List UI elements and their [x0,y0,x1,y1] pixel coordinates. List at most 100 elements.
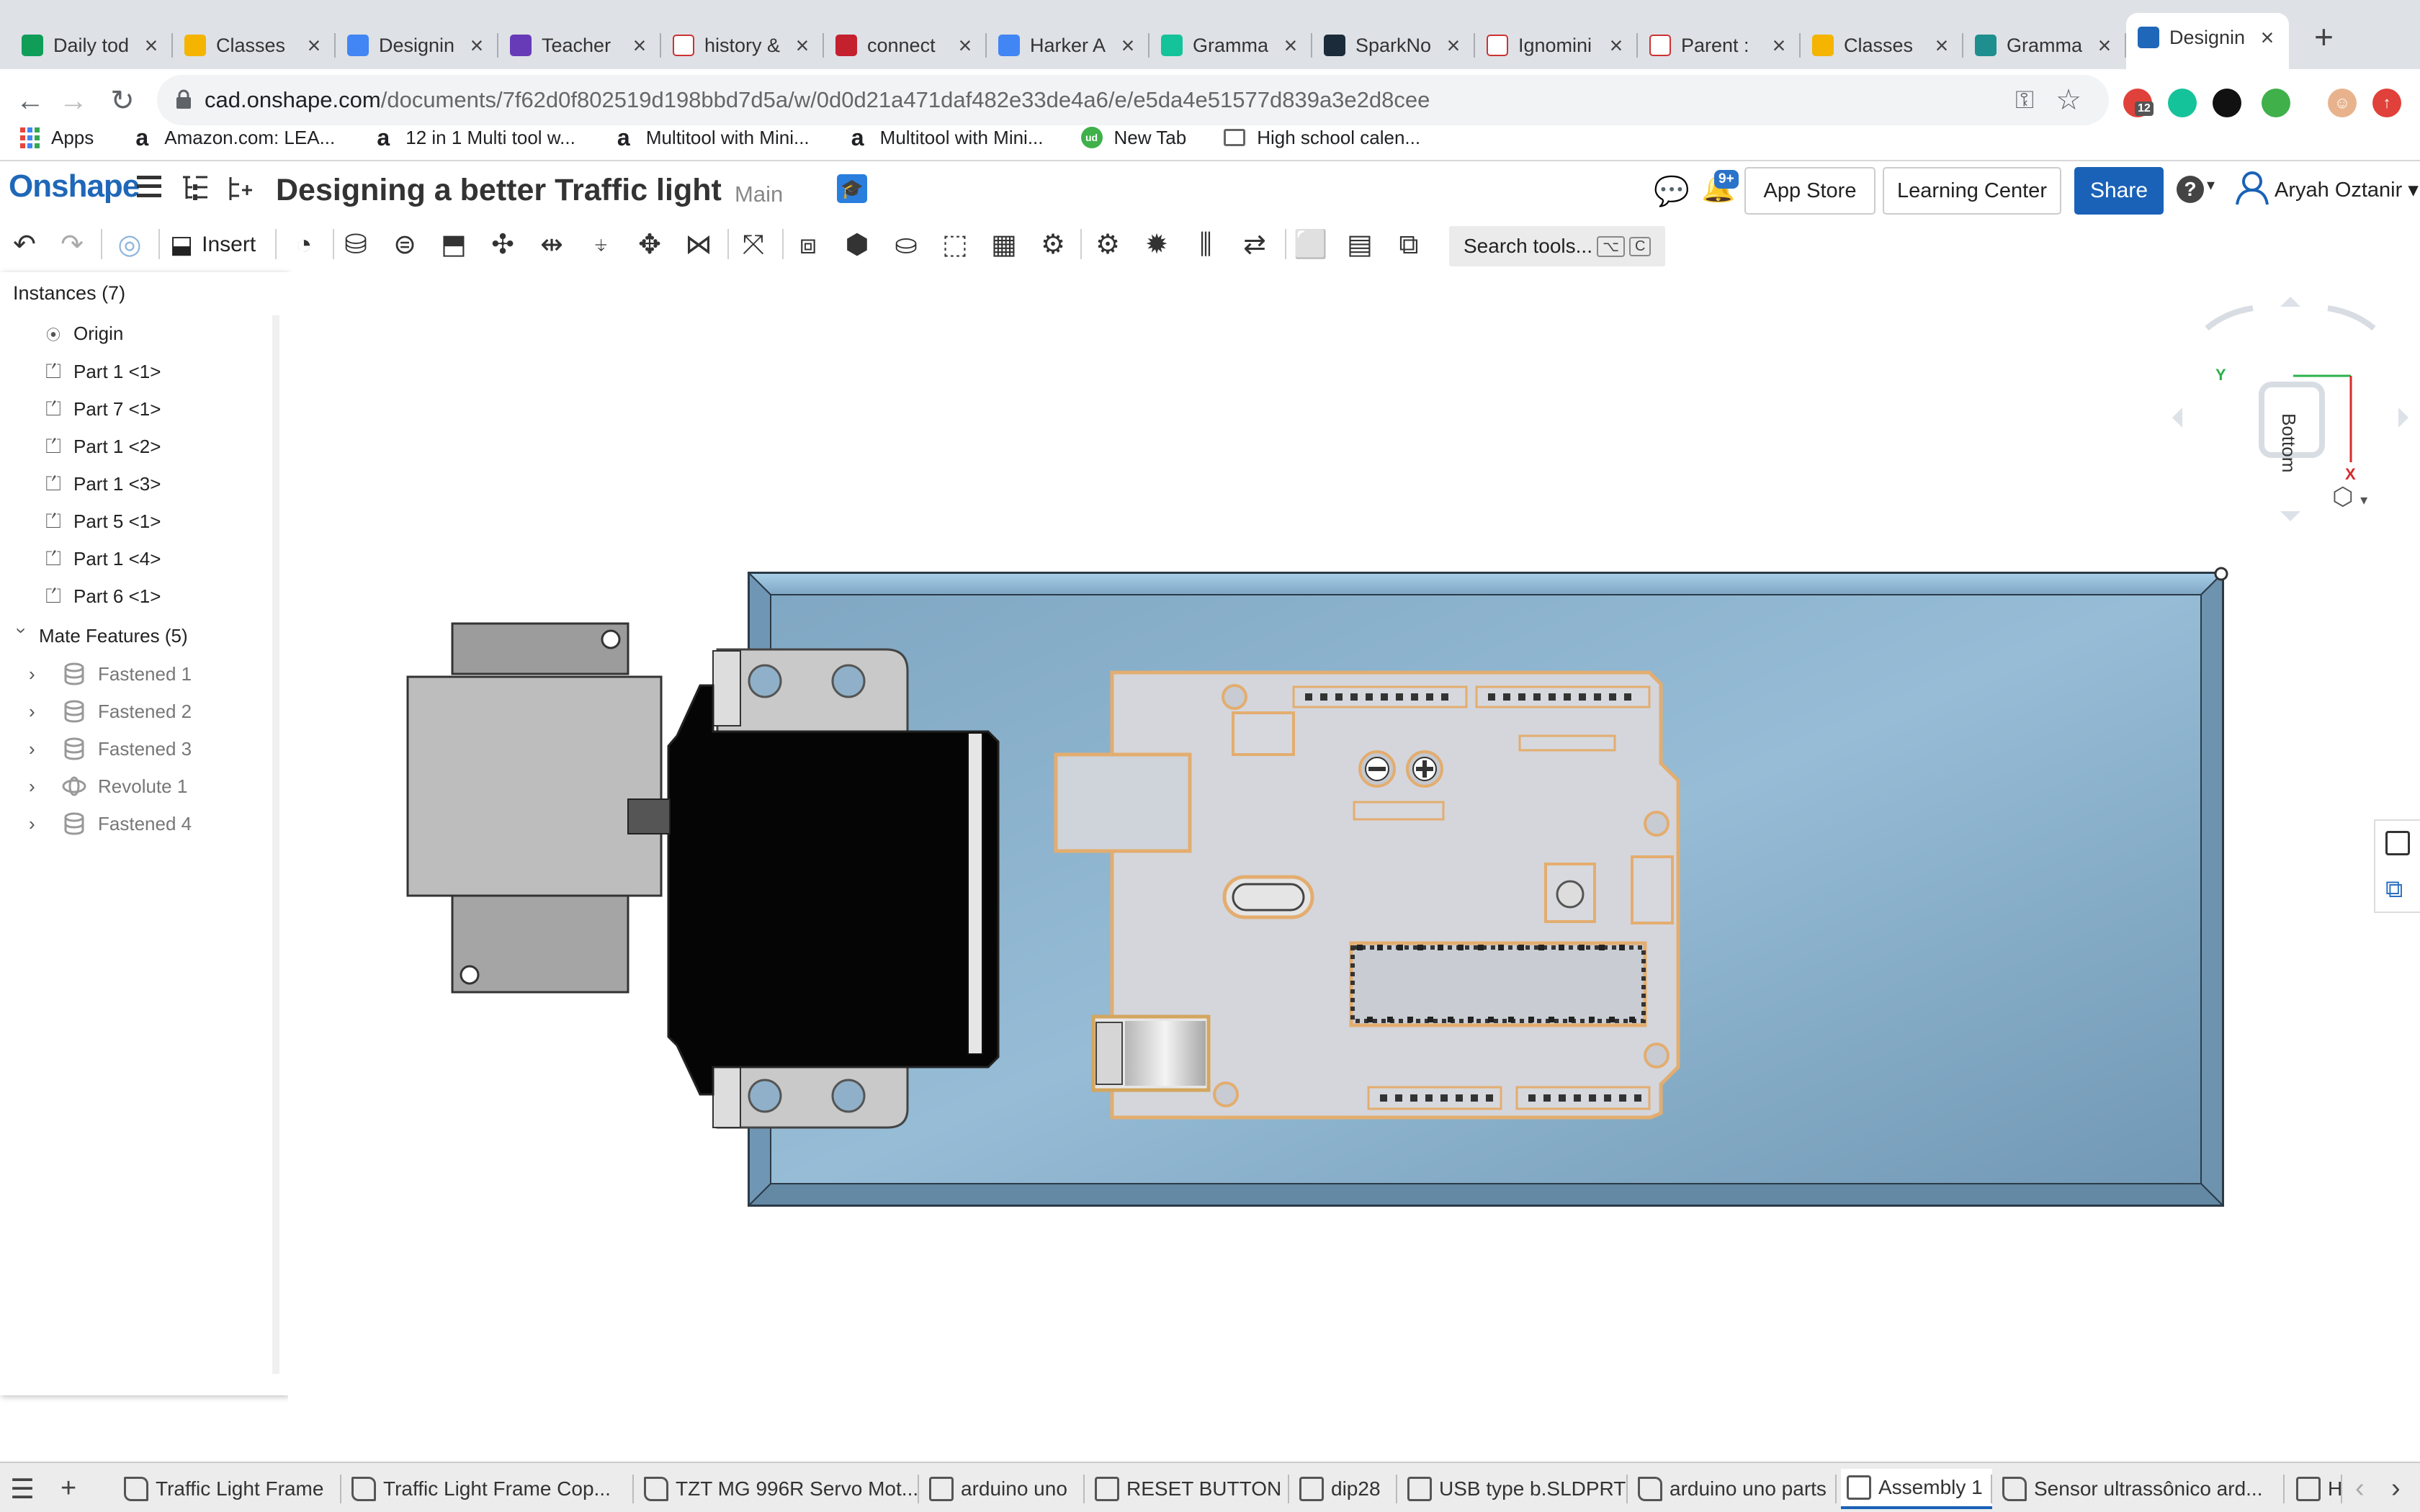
linear-relation-icon[interactable]: ⫼ [1188,228,1223,262]
mate-item[interactable]: › Fastened 2 [29,700,192,723]
document-tab[interactable]: USB type b.SLDPRT [1402,1469,1628,1509]
explode-icon[interactable]: ⬚ [938,228,972,262]
servo-mount-grey[interactable] [406,622,663,994]
instance-item[interactable]: ⏍ Part 7 <1> [40,397,161,421]
education-icon[interactable]: 🎓 [837,174,867,203]
scroll-left-icon[interactable]: ‹ [2355,1473,2365,1504]
browser-tab[interactable]: SparkNo × [1312,23,1475,68]
document-tab[interactable]: Traffic Light Frame Cop... [346,1469,634,1509]
undo-icon[interactable]: ↶ [7,228,42,262]
bookmark-item[interactable]: a 12 in 1 Multi tool w... [372,125,575,150]
pattern-icon[interactable]: ▦ [987,228,1021,262]
browser-tab[interactable]: connect × [824,23,987,68]
close-tab-icon[interactable]: × [1932,32,1952,59]
mate-item[interactable]: › Revolute 1 [29,775,187,798]
cylindrical-mate-icon[interactable]: ⇹ [534,228,569,262]
parallel-mate-icon[interactable]: ⋈ [681,228,716,262]
replace-icon[interactable]: ⇄ [1237,228,1272,262]
ext-red-badge-icon[interactable]: 12 [2123,89,2154,117]
close-tab-icon[interactable]: × [2094,32,2115,59]
assembly-model[interactable] [288,272,2420,1453]
tab-manager-icon[interactable]: ☰ [10,1473,35,1506]
close-tab-icon[interactable]: × [467,32,487,59]
close-tab-icon[interactable]: × [1281,32,1301,59]
share-button[interactable]: Share [2074,167,2164,215]
revolute-mate-icon[interactable]: ⊜ [387,228,422,262]
chevron-right-icon[interactable]: › [29,775,46,798]
regenerate-icon[interactable]: ◎ [112,228,147,262]
close-tab-icon[interactable]: × [955,32,975,59]
close-tab-icon[interactable]: × [141,32,161,59]
browser-tab[interactable]: Classes × [173,23,336,68]
close-tab-icon[interactable]: × [2257,24,2277,51]
gear-relation-icon[interactable]: ⚙ [1036,228,1070,262]
view-cube[interactable]: Bottom Y X [2161,291,2420,543]
learning-center-button[interactable]: Learning Center [1883,167,2061,215]
replicate-icon[interactable]: ◔ [287,228,321,262]
browser-tab[interactable]: Classes × [1801,23,1963,68]
document-tab[interactable]: TZT MG 996R Servo Mot... [638,1469,919,1509]
onshape-logo[interactable]: Onshape [9,168,140,204]
update-menu-icon[interactable]: ↑ [2372,89,2401,117]
ud-ext-icon[interactable] [2262,89,2290,117]
close-tab-icon[interactable]: × [304,32,324,59]
panel-scrollbar[interactable] [272,315,279,1374]
measure-icon[interactable]: ▤ [1343,228,1377,262]
graphics-viewport[interactable]: Bottom Y X ⬡ ▾ [288,272,2420,1453]
mate-panel-icon[interactable]: ⧉ [2385,876,2403,904]
redo-icon[interactable]: ↷ [55,228,89,262]
tangent-mate-icon[interactable]: ⤧ [736,228,771,262]
user-avatar-icon[interactable] [2236,170,2269,206]
chevron-right-icon[interactable]: › [29,701,46,723]
k-ext-icon[interactable] [2213,89,2241,117]
profile-avatar-icon[interactable]: ☺ [2328,89,2357,117]
mate-item[interactable]: › Fastened 1 [29,662,192,685]
document-tab[interactable]: arduino uno [923,1469,1085,1509]
document-tab[interactable]: Traffic Light Frame [118,1469,341,1509]
arduino-board[interactable] [1054,670,1680,1120]
planar-mate-icon[interactable]: ✣ [485,228,520,262]
chevron-down-icon[interactable]: ▾ [2207,176,2215,194]
close-tab-icon[interactable]: × [792,32,812,59]
browser-tab[interactable]: Harker A × [987,23,1150,68]
browser-tab[interactable]: Ignomini × [1475,23,1638,68]
mate-features-header[interactable]: › Mate Features (5) [12,625,188,647]
comments-icon[interactable]: 💬 [1654,174,1690,208]
chevron-right-icon[interactable]: › [29,813,46,835]
close-tab-icon[interactable]: × [1769,32,1789,59]
browser-tab[interactable]: Teacher × [498,23,661,68]
close-tab-icon[interactable]: × [1118,32,1138,59]
document-tab[interactable]: Assembly 1 [1841,1469,1992,1509]
mate-item[interactable]: › Fastened 3 [29,737,192,760]
document-tab[interactable]: H [2290,1469,2342,1509]
ball-mate-icon[interactable]: ✥ [632,228,667,262]
app-store-button[interactable]: App Store [1744,167,1876,215]
bookmark-item[interactable]: a Multitool with Mini... [847,125,1044,150]
instance-item[interactable]: ⏍ Part 1 <4> [40,547,161,571]
instance-item[interactable]: ⏍ Part 6 <1> [40,585,161,608]
screw-relation-icon[interactable]: ✹ [1139,228,1174,262]
chevron-right-icon[interactable]: › [29,738,46,760]
branch-label[interactable]: Main [735,181,783,207]
insert-button[interactable]: ⬓ Insert [170,228,256,262]
hamburger-menu-icon[interactable] [137,176,161,197]
close-tab-icon[interactable]: × [1443,32,1464,59]
properties-icon[interactable]: ⧉ [1392,228,1426,262]
grammarly-ext-icon[interactable] [2168,89,2197,117]
document-title[interactable]: Designing a better Traffic light [276,173,722,208]
instance-item[interactable]: ⏍ Part 1 <1> [40,360,161,384]
user-name-menu[interactable]: Aryah Oztanir ▾ [2275,177,2419,202]
bookmark-item[interactable]: a Multitool with Mini... [613,125,810,150]
browser-tab[interactable]: Gramma × [1963,23,2126,68]
fastened-mate-icon[interactable]: ⛁ [339,228,373,262]
mate-group-icon[interactable]: ⛀ [889,228,923,262]
bookmark-item[interactable]: Apps [20,127,94,149]
instance-item[interactable]: ⏍ Part 1 <2> [40,435,161,459]
instance-item[interactable]: ⏍ Part 5 <1> [40,510,161,534]
bookmark-item[interactable]: a Amazon.com: LEA... [131,125,335,150]
document-tab[interactable]: dip28 [1294,1469,1397,1509]
close-tab-icon[interactable]: × [629,32,650,59]
slider-mate-icon[interactable]: ⬒ [436,228,471,262]
close-tab-icon[interactable]: × [1606,32,1626,59]
add-tab-icon[interactable]: + [60,1473,76,1504]
